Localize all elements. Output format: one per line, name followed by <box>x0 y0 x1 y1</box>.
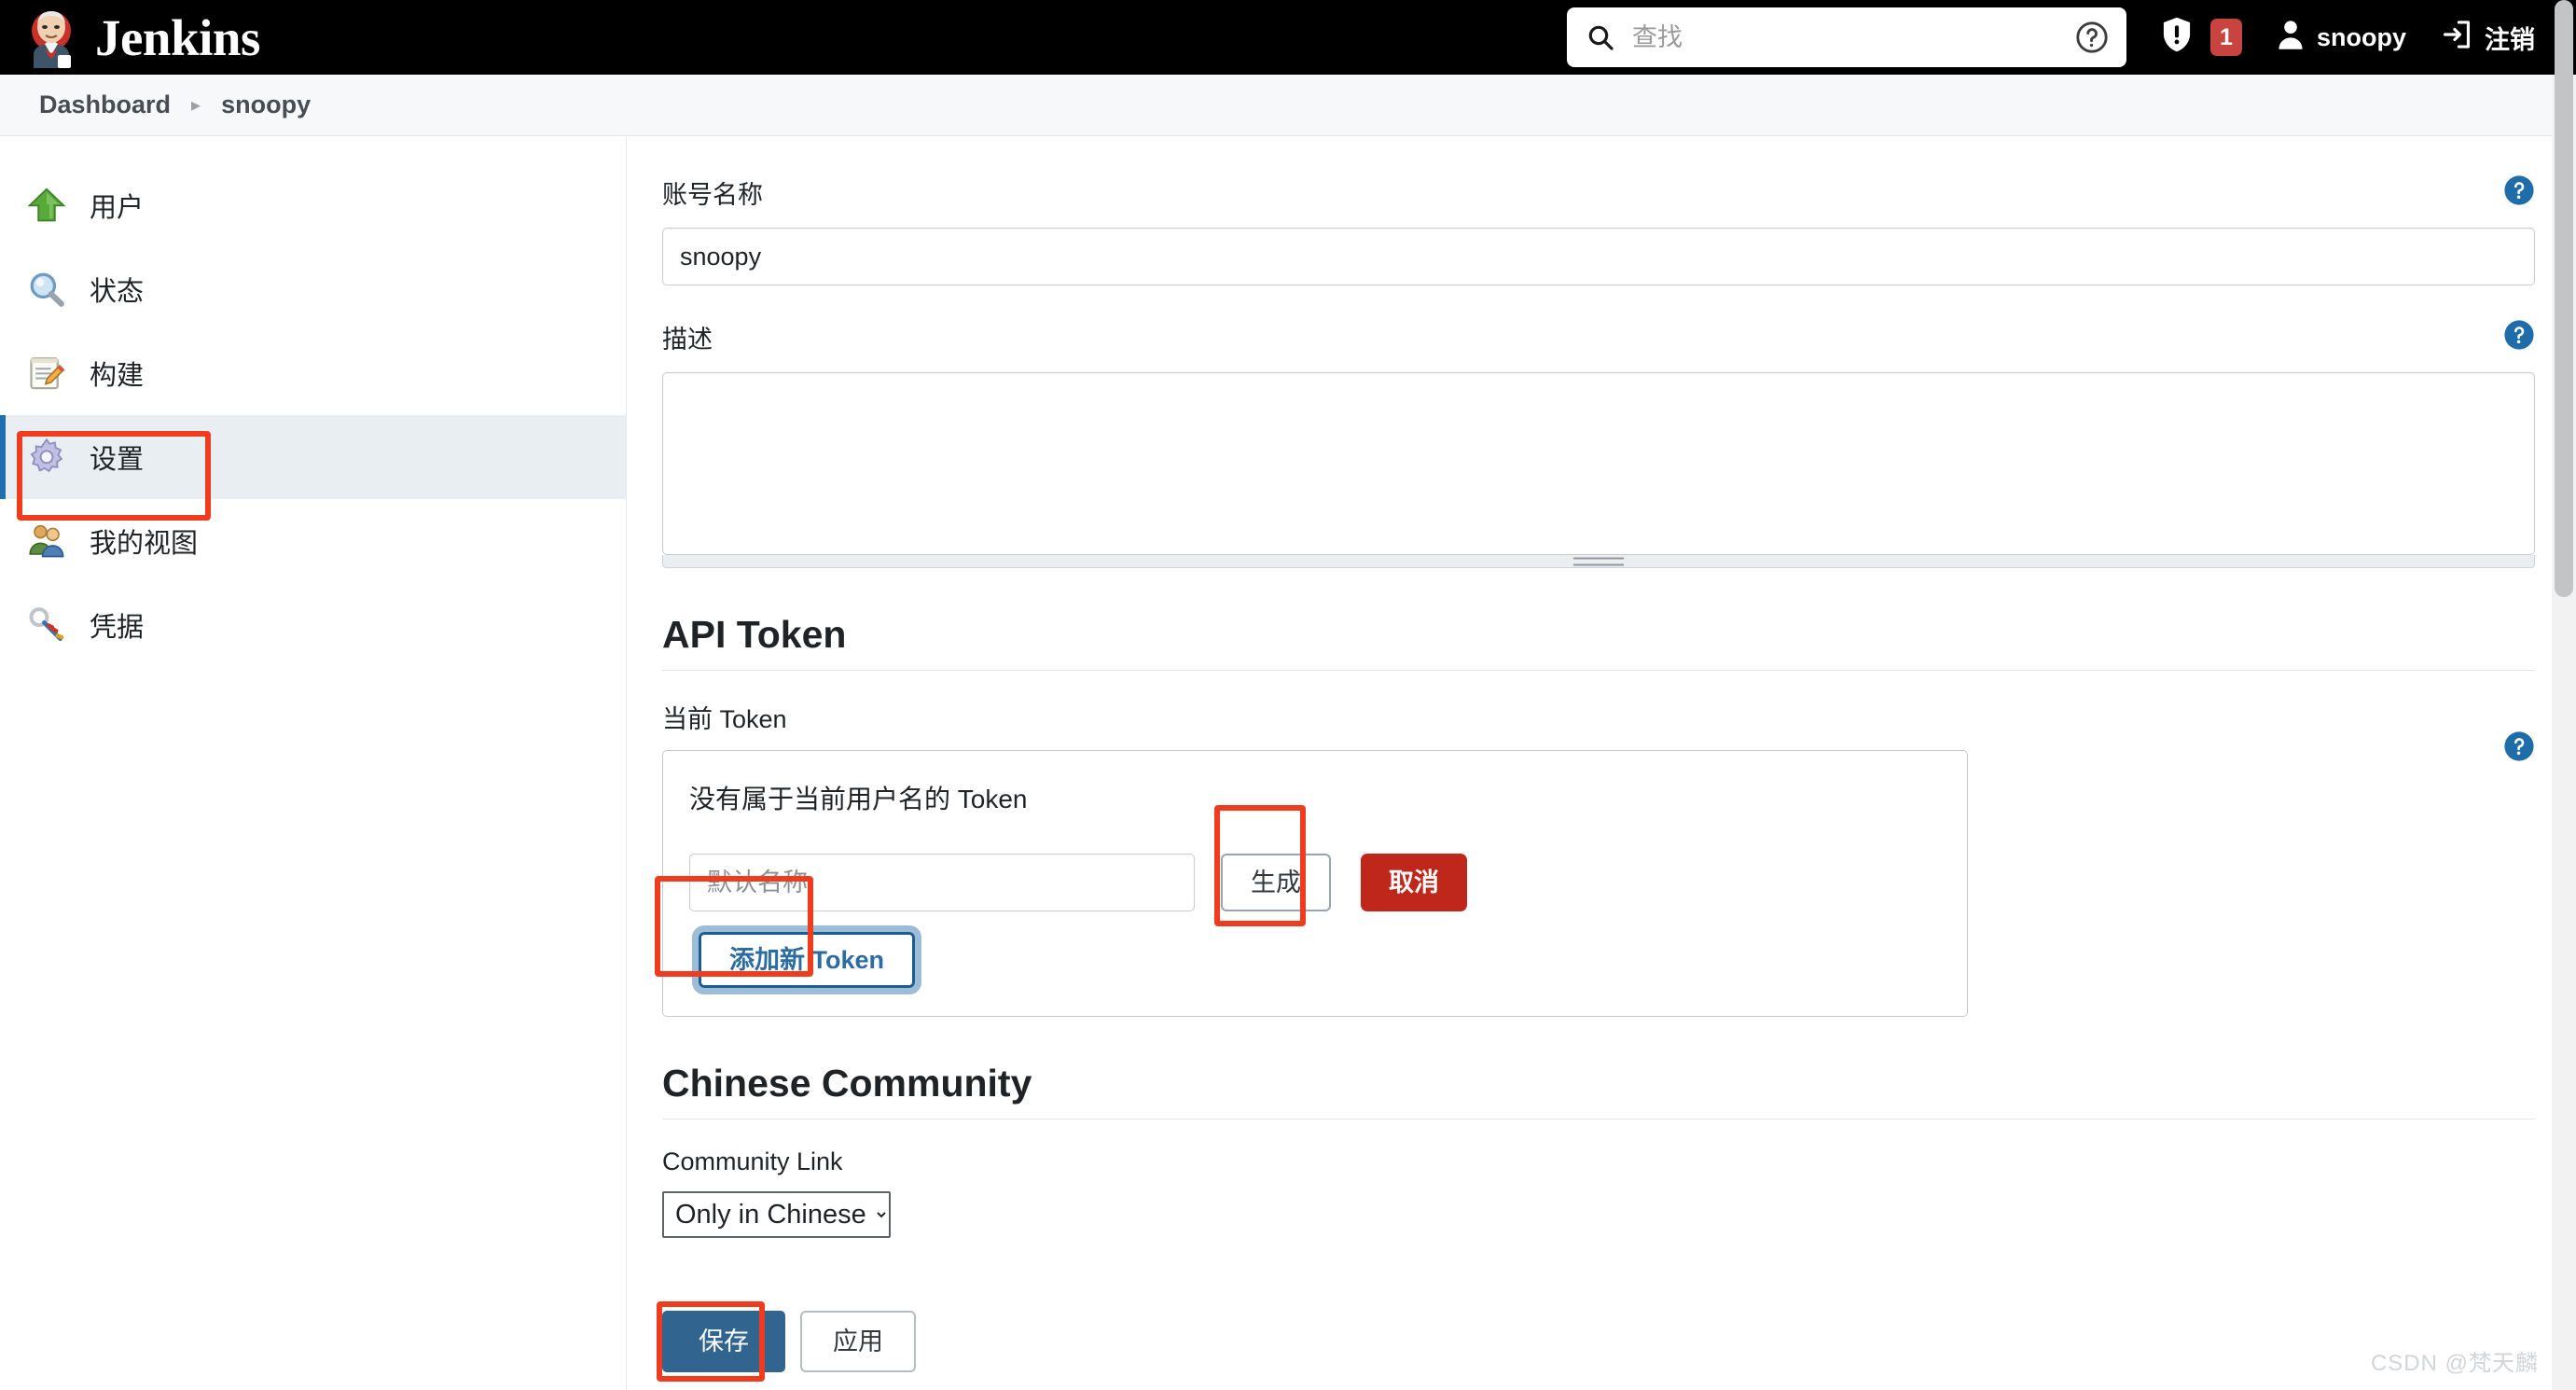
current-token-label: 当前 Token <box>662 705 787 733</box>
breadcrumb-item-snoopy[interactable]: snoopy <box>221 90 311 119</box>
search-icon <box>1586 22 1615 52</box>
description-field-row: 描述 <box>662 319 2535 568</box>
gear-icon <box>26 437 67 478</box>
sidebar: 用户 状态 构建 设置 我的视图 凭据 <box>0 137 627 1390</box>
token-create-row: 生成 取消 <box>689 854 1941 911</box>
jenkins-butler-logo-icon <box>22 7 80 68</box>
logout-button[interactable]: 注销 <box>2423 9 2552 65</box>
sidebar-item-settings[interactable]: 设置 <box>0 415 626 499</box>
api-token-help-icon[interactable] <box>2503 730 2535 762</box>
breadcrumb: Dashboard ▸ snoopy <box>0 75 2576 136</box>
account-name-label: 账号名称 <box>662 181 763 209</box>
green-up-arrow-icon <box>26 185 67 226</box>
token-empty-message: 没有属于当前用户名的 Token <box>689 785 1028 813</box>
breadcrumb-item-dashboard[interactable]: Dashboard <box>39 90 171 119</box>
save-button[interactable]: 保存 <box>662 1311 785 1372</box>
account-name-input[interactable] <box>662 228 2535 285</box>
sidebar-label-status: 状态 <box>90 277 145 307</box>
security-warnings-button[interactable]: 1 <box>2143 9 2259 65</box>
community-link-label: Community Link <box>662 1147 843 1175</box>
brand-title: Jenkins <box>95 8 260 66</box>
api-token-section-title: API Token <box>662 613 2535 671</box>
cancel-token-button[interactable]: 取消 <box>1361 854 1467 911</box>
main-content: 账号名称 描述 API <box>627 137 2576 1390</box>
apply-button[interactable]: 应用 <box>800 1311 916 1372</box>
account-name-help-icon[interactable] <box>2503 174 2535 206</box>
keys-icon <box>26 605 67 646</box>
page-scrollbar-thumb[interactable] <box>2555 0 2573 597</box>
textarea-resize-handle[interactable] <box>662 555 2535 568</box>
search-help-icon[interactable] <box>2074 20 2110 55</box>
form-actions: 保存 应用 <box>657 1301 2535 1382</box>
add-new-token-button[interactable]: 添加新 Token <box>691 925 922 994</box>
sidebar-label-users: 用户 <box>90 193 145 223</box>
breadcrumb-separator-icon: ▸ <box>191 94 201 116</box>
chinese-community-section-title: Chinese Community <box>662 1062 2535 1119</box>
app-header: Jenkins 1 <box>0 0 2576 75</box>
person-icon <box>2276 19 2306 57</box>
api-token-section: 当前 Token 没有属于当前用户名的 Token 生成 取消 添加新 Toke… <box>655 699 2535 1017</box>
description-label: 描述 <box>662 326 713 354</box>
account-name-field-row: 账号名称 <box>662 174 2535 285</box>
generate-token-button[interactable]: 生成 <box>1221 854 1331 911</box>
token-name-input[interactable] <box>689 854 1195 911</box>
sidebar-item-credentials[interactable]: 凭据 <box>0 583 626 667</box>
sidebar-label-my-views: 我的视图 <box>90 529 199 559</box>
token-panel: 没有属于当前用户名的 Token 生成 取消 添加新 Token <box>662 750 1968 1017</box>
user-name-label: snoopy <box>2316 22 2406 51</box>
search-box[interactable] <box>1566 7 2126 67</box>
sidebar-label-settings: 设置 <box>90 445 145 475</box>
community-link-select[interactable]: Only in Chinese <box>662 1191 891 1238</box>
sidebar-item-builds[interactable]: 构建 <box>0 331 626 415</box>
header-actions: 1 snoopy 注销 <box>2143 9 2552 65</box>
sidebar-label-credentials: 凭据 <box>90 613 145 643</box>
sidebar-item-my-views[interactable]: 我的视图 <box>0 499 626 583</box>
shield-exclamation-icon <box>2160 16 2194 60</box>
logout-arrow-icon <box>2440 18 2473 58</box>
watermark: CSDN @梵天麟 <box>2370 1351 2539 1376</box>
sidebar-label-builds: 构建 <box>90 361 145 391</box>
people-icon <box>26 521 67 562</box>
notepad-pencil-icon <box>26 353 67 394</box>
search-input[interactable] <box>1631 19 2074 56</box>
sidebar-item-users[interactable]: 用户 <box>0 163 626 247</box>
description-textarea[interactable] <box>662 372 2535 555</box>
magnifier-icon <box>26 269 67 310</box>
description-help-icon[interactable] <box>2503 319 2535 351</box>
logout-label: 注销 <box>2485 25 2535 54</box>
user-menu-button[interactable]: snoopy <box>2259 9 2423 65</box>
jenkins-home-link[interactable]: Jenkins <box>22 7 260 68</box>
security-badge-count: 1 <box>2209 19 2242 56</box>
page-body: 用户 状态 构建 设置 我的视图 凭据 账号名称 snoopy 描述 API T… <box>0 137 2576 1390</box>
sidebar-item-status[interactable]: 状态 <box>0 247 626 331</box>
